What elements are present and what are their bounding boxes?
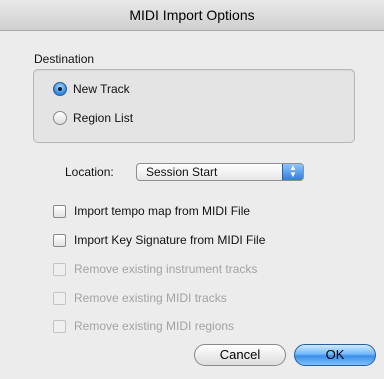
- checkbox-icon[interactable]: [53, 233, 66, 247]
- midi-import-options-dialog: MIDI Import Options Destination New Trac…: [0, 0, 384, 379]
- radio-unselected-icon[interactable]: [53, 111, 67, 125]
- checkbox-import-key-signature[interactable]: Import Key Signature from MIDI File: [53, 232, 265, 248]
- checkbox-icon[interactable]: [53, 204, 66, 218]
- checkbox-icon: [53, 262, 66, 276]
- checkbox-label: Remove existing MIDI tracks: [74, 291, 227, 305]
- radio-region-list-label: Region List: [73, 111, 134, 125]
- checkbox-icon: [53, 319, 66, 333]
- checkbox-remove-midi-regions: Remove existing MIDI regions: [53, 318, 234, 334]
- checkbox-remove-instrument-tracks: Remove existing instrument tracks: [53, 261, 257, 277]
- checkbox-label: Import tempo map from MIDI File: [74, 204, 251, 218]
- radio-new-track[interactable]: New Track: [53, 80, 130, 98]
- checkbox-icon: [53, 291, 66, 305]
- checkbox-remove-midi-tracks: Remove existing MIDI tracks: [53, 290, 227, 306]
- location-popup[interactable]: Session Start ▲ ▼: [136, 163, 304, 181]
- checkbox-label: Remove existing instrument tracks: [74, 262, 258, 276]
- radio-region-list[interactable]: Region List: [53, 109, 133, 127]
- dialog-title: MIDI Import Options: [0, 0, 384, 31]
- location-label: Location:: [65, 165, 114, 179]
- checkbox-label: Remove existing MIDI regions: [74, 319, 235, 333]
- checkbox-import-tempo-map[interactable]: Import tempo map from MIDI File: [53, 203, 250, 219]
- radio-new-track-label: New Track: [73, 82, 130, 96]
- radio-selected-icon[interactable]: [53, 82, 67, 96]
- cancel-button[interactable]: Cancel: [194, 344, 286, 366]
- destination-group-label: Destination: [34, 52, 95, 66]
- up-down-arrows-icon[interactable]: ▲ ▼: [282, 164, 303, 180]
- ok-button[interactable]: OK: [294, 344, 376, 366]
- checkbox-label: Import Key Signature from MIDI File: [74, 233, 266, 247]
- location-selected-value: Session Start: [146, 165, 218, 179]
